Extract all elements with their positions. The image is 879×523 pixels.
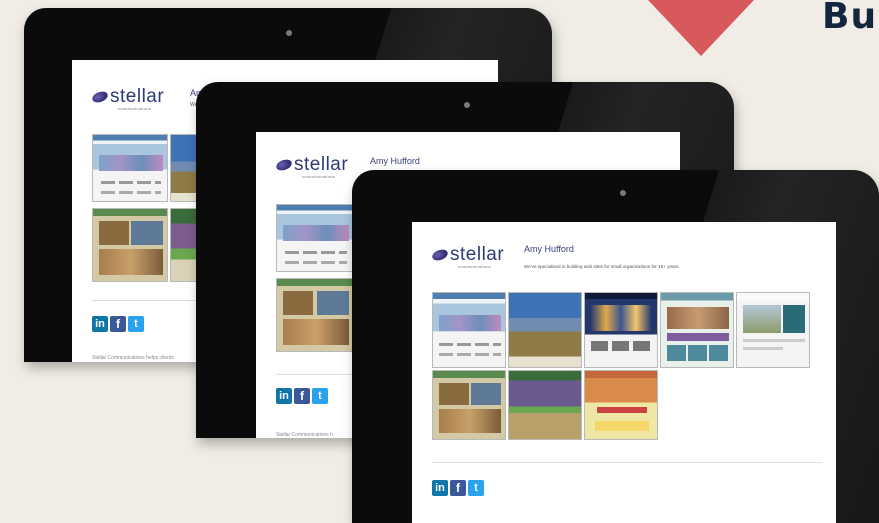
brand-subtext: communications	[118, 106, 152, 111]
portfolio-thumb[interactable]	[276, 204, 354, 272]
logo-mark-icon	[90, 89, 110, 105]
section-divider	[432, 462, 822, 463]
twitter-icon[interactable]: t	[312, 388, 328, 404]
linkedin-icon[interactable]: in	[92, 316, 108, 332]
portfolio-thumb[interactable]	[432, 292, 506, 368]
brand-subtext: communications	[458, 264, 492, 269]
portfolio-thumb[interactable]	[508, 292, 582, 368]
facebook-icon[interactable]: f	[450, 480, 466, 496]
social-links: in f t	[92, 316, 144, 332]
logo-mark-icon	[430, 247, 450, 263]
portfolio-thumb[interactable]	[276, 278, 354, 352]
portfolio-thumb[interactable]	[660, 292, 734, 368]
portfolio-thumb[interactable]	[92, 208, 168, 282]
brand-subtext: communications	[302, 174, 336, 179]
portfolio-thumb[interactable]	[584, 370, 658, 440]
linkedin-icon[interactable]: in	[276, 388, 292, 404]
down-arrow-icon	[648, 0, 754, 56]
profile-name: Amy Hufford	[524, 244, 574, 254]
linkedin-icon[interactable]: in	[432, 480, 448, 496]
brand-logo: stellar communications	[430, 244, 505, 269]
tablet-front: stellar communications Amy Hufford We've…	[352, 170, 879, 523]
portfolio-thumb[interactable]	[736, 292, 810, 368]
twitter-icon[interactable]: t	[128, 316, 144, 332]
portfolio-thumb[interactable]	[584, 292, 658, 368]
brand-wordmark: stellar	[450, 244, 505, 265]
brand-wordmark: stellar	[294, 154, 349, 175]
tablet-front-screen: stellar communications Amy Hufford We've…	[412, 222, 836, 523]
profile-name: Amy Hufford	[370, 156, 420, 166]
slide-heading: Bu	[822, 0, 878, 37]
footer-text: Stellar Communications h	[276, 432, 333, 438]
portfolio-thumb[interactable]	[92, 134, 168, 202]
twitter-icon[interactable]: t	[468, 480, 484, 496]
brand-wordmark: stellar	[110, 86, 165, 107]
facebook-icon[interactable]: f	[294, 388, 310, 404]
profile-tagline: We've specialized in building web sites …	[524, 264, 680, 269]
presentation-slide: Bu stellar communications Am We in f t S…	[0, 0, 879, 523]
portfolio-thumb[interactable]	[508, 370, 582, 440]
footer-text: Stellar Communications helps clients	[92, 355, 174, 361]
facebook-icon[interactable]: f	[110, 316, 126, 332]
portfolio-thumb[interactable]	[432, 370, 506, 440]
brand-logo: stellar communications	[274, 154, 349, 179]
brand-logo: stellar communications	[90, 86, 165, 111]
logo-mark-icon	[274, 157, 294, 173]
social-links: in f t	[432, 480, 484, 496]
social-links: in f t	[276, 388, 328, 404]
